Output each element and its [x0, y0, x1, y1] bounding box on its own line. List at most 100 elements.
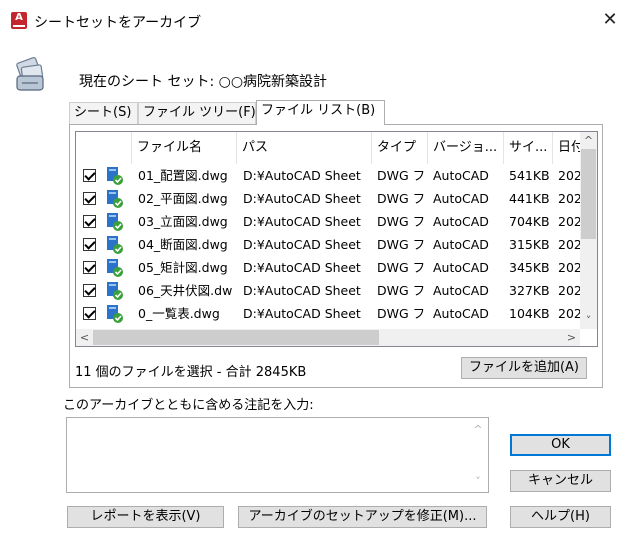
title-bar: A シートセットをアーカイブ ✕: [0, 0, 628, 40]
cell-filename: 0_一覧表.dwg: [138, 306, 220, 321]
scroll-up-icon[interactable]: ^: [580, 132, 597, 149]
selection-summary: 11 個のファイルを選択 - 合計 2845KB: [75, 365, 307, 380]
cell-size: 104KB: [509, 306, 550, 321]
column-header-date[interactable]: 日付: [553, 132, 580, 164]
cell-size: 704KB: [509, 214, 550, 229]
cell-date: 2020: [558, 214, 580, 229]
cell-path: D:¥AutoCAD Sheet: [243, 260, 361, 275]
horizontal-scroll-thumb[interactable]: [93, 330, 379, 345]
current-sheetset-label: 現在のシート セット: ○○病院新築設計: [79, 74, 328, 90]
row-checkbox[interactable]: [83, 238, 96, 251]
list-item[interactable]: 04_断面図.dwg D:¥AutoCAD Sheet DWG フ AutoCA…: [76, 233, 597, 256]
cell-type: DWG フ: [377, 191, 426, 206]
cell-date: 2020: [558, 168, 580, 183]
cell-type: DWG フ: [377, 168, 426, 183]
cell-filename: 02_平面図.dwg: [138, 191, 228, 206]
cell-path: D:¥AutoCAD Sheet: [243, 283, 361, 298]
vertical-scroll-thumb[interactable]: [581, 149, 596, 239]
notes-scroll-down-icon: ˅: [475, 475, 481, 488]
modify-archive-setup-button[interactable]: アーカイブのセットアップを修正(M)...: [238, 506, 487, 528]
cell-version: AutoCAD: [433, 214, 489, 229]
cell-size: 541KB: [509, 168, 550, 183]
row-checkbox[interactable]: [83, 192, 96, 205]
cell-type: DWG フ: [377, 306, 426, 321]
notes-label: このアーカイブとともに含める注記を入力:: [63, 398, 314, 413]
list-item[interactable]: 02_平面図.dwg D:¥AutoCAD Sheet DWG フ AutoCA…: [76, 187, 597, 210]
cell-path: D:¥AutoCAD Sheet: [243, 191, 361, 206]
cell-version: AutoCAD: [433, 168, 489, 183]
cell-date: 2020: [558, 283, 580, 298]
tab-file-tree[interactable]: ファイル ツリー(F): [138, 102, 256, 124]
column-header-size[interactable]: サイ...: [504, 132, 553, 164]
cell-filename: 06_天井伏図.dw: [138, 283, 233, 298]
list-header: ファイル名 パス タイプ バージョ... サイ... 日付: [76, 132, 597, 164]
file-list-view[interactable]: ファイル名 パス タイプ バージョ... サイ... 日付 01_配置図.dwg…: [75, 131, 598, 347]
cell-version: AutoCAD: [433, 306, 489, 321]
cancel-button[interactable]: キャンセル: [510, 470, 611, 492]
tab-sheets[interactable]: シート(S): [69, 102, 138, 124]
row-checkbox[interactable]: [83, 215, 96, 228]
list-item[interactable]: 01_配置図.dwg D:¥AutoCAD Sheet DWG フ AutoCA…: [76, 164, 597, 187]
cell-filename: 04_断面図.dwg: [138, 237, 228, 252]
scroll-right-icon[interactable]: >: [563, 329, 580, 346]
cell-type: DWG フ: [377, 260, 426, 275]
column-header-path[interactable]: パス: [237, 132, 372, 164]
row-checkbox[interactable]: [83, 307, 96, 320]
column-header-filename[interactable]: ファイル名: [132, 132, 237, 164]
archive-sheetset-icon: [16, 56, 44, 91]
cell-size: 345KB: [509, 260, 550, 275]
list-item[interactable]: 06_天井伏図.dw D:¥AutoCAD Sheet DWG フ AutoCA…: [76, 279, 597, 302]
autocad-app-icon: A: [11, 12, 27, 29]
row-checkbox[interactable]: [83, 261, 96, 274]
dwg-file-check-icon: [107, 213, 123, 231]
cell-path: D:¥AutoCAD Sheet: [243, 237, 361, 252]
cell-version: AutoCAD: [433, 237, 489, 252]
column-header-type[interactable]: タイプ: [372, 132, 428, 164]
dwg-file-check-icon: [107, 190, 123, 208]
cell-path: D:¥AutoCAD Sheet: [243, 168, 361, 183]
column-header-version[interactable]: バージョ...: [428, 132, 504, 164]
cell-date: 2020: [558, 237, 580, 252]
cell-filename: 01_配置図.dwg: [138, 168, 228, 183]
list-item[interactable]: 05_矩計図.dwg D:¥AutoCAD Sheet DWG フ AutoCA…: [76, 256, 597, 279]
help-button[interactable]: ヘルプ(H): [510, 506, 611, 528]
cell-size: 441KB: [509, 191, 550, 206]
cell-size: 315KB: [509, 237, 550, 252]
cell-version: AutoCAD: [433, 283, 489, 298]
dwg-file-check-icon: [107, 167, 123, 185]
ok-button[interactable]: OK: [510, 434, 611, 456]
cell-filename: 05_矩計図.dwg: [138, 260, 228, 275]
cell-path: D:¥AutoCAD Sheet: [243, 214, 361, 229]
vertical-scrollbar[interactable]: ^ ˅: [580, 132, 597, 329]
row-checkbox[interactable]: [83, 284, 96, 297]
cell-version: AutoCAD: [433, 191, 489, 206]
cell-size: 327KB: [509, 283, 550, 298]
cell-type: DWG フ: [377, 214, 426, 229]
dwg-file-check-icon: [107, 282, 123, 300]
horizontal-scrollbar[interactable]: < >: [76, 329, 580, 346]
file-list-panel: ファイル名 パス タイプ バージョ... サイ... 日付 01_配置図.dwg…: [69, 124, 603, 388]
cell-type: DWG フ: [377, 237, 426, 252]
notes-textarea[interactable]: ^ ˅: [66, 417, 489, 493]
cell-date: 2020: [558, 306, 580, 321]
show-report-button[interactable]: レポートを表示(V): [67, 506, 224, 528]
cell-version: AutoCAD: [433, 260, 489, 275]
dwg-file-check-icon: [107, 236, 123, 254]
notes-scroll-up-icon: ^: [473, 423, 483, 436]
row-checkbox[interactable]: [83, 169, 96, 182]
cell-type: DWG フ: [377, 283, 426, 298]
header-spacer: [76, 132, 132, 164]
scroll-left-icon[interactable]: <: [76, 329, 93, 346]
add-file-button[interactable]: ファイルを追加(A): [461, 357, 587, 379]
close-button[interactable]: ✕: [598, 8, 622, 32]
window-title: シートセットをアーカイブ: [34, 15, 202, 31]
list-item[interactable]: 0_一覧表.dwg D:¥AutoCAD Sheet DWG フ AutoCAD…: [76, 302, 597, 325]
dwg-file-check-icon: [107, 305, 123, 323]
dwg-file-check-icon: [107, 259, 123, 277]
cell-date: 2020: [558, 260, 580, 275]
scroll-down-icon[interactable]: ˅: [580, 312, 597, 329]
cell-path: D:¥AutoCAD Sheet: [243, 306, 361, 321]
tab-file-list[interactable]: ファイル リスト(B): [256, 100, 385, 125]
list-item[interactable]: 03_立面図.dwg D:¥AutoCAD Sheet DWG フ AutoCA…: [76, 210, 597, 233]
cell-filename: 03_立面図.dwg: [138, 214, 228, 229]
